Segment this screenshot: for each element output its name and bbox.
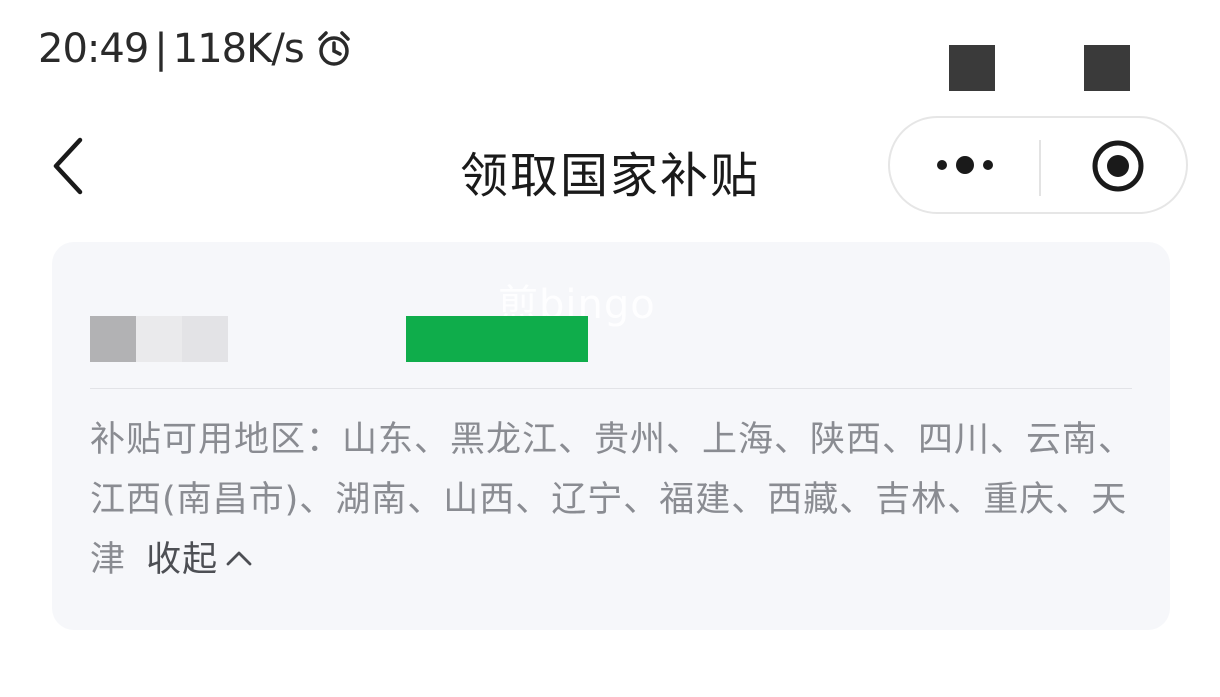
network-speed: 118K/s xyxy=(172,26,305,72)
mini-program-capsule xyxy=(888,116,1188,214)
more-button[interactable] xyxy=(930,140,1000,190)
redacted-block xyxy=(182,316,228,362)
status-indicator-square xyxy=(949,45,995,91)
status-bar: 20:49 | 118K/s xyxy=(0,0,1220,100)
redacted-block xyxy=(136,316,182,362)
capsule-divider xyxy=(1039,140,1041,196)
collapse-button[interactable]: 收起 xyxy=(146,540,254,580)
status-time: 20:49 xyxy=(38,26,149,72)
nav-bar: 领取国家补贴 xyxy=(0,110,1220,220)
regions-label: 补贴可用地区： xyxy=(90,420,343,460)
redacted-block xyxy=(90,316,136,362)
redacted-highlight-block xyxy=(406,316,588,362)
more-dots-icon xyxy=(937,156,993,174)
subsidy-card: 煎bingo 补贴可用地区：山东、黑龙江、贵州、上海、陕西、四川、云南、江西(南… xyxy=(52,242,1170,630)
available-regions: 补贴可用地区：山东、黑龙江、贵州、上海、陕西、四川、云南、江西(南昌市)、湖南、… xyxy=(90,410,1140,590)
status-separator: | xyxy=(154,26,168,72)
status-time-group: 20:49 | 118K/s xyxy=(38,26,354,72)
target-circle-icon xyxy=(1092,140,1144,192)
chevron-up-icon xyxy=(226,551,252,566)
alarm-clock-icon xyxy=(314,29,354,69)
status-indicator-square xyxy=(1084,45,1130,91)
card-divider xyxy=(90,388,1132,389)
collapse-label: 收起 xyxy=(146,540,219,580)
close-button[interactable] xyxy=(1090,138,1146,194)
